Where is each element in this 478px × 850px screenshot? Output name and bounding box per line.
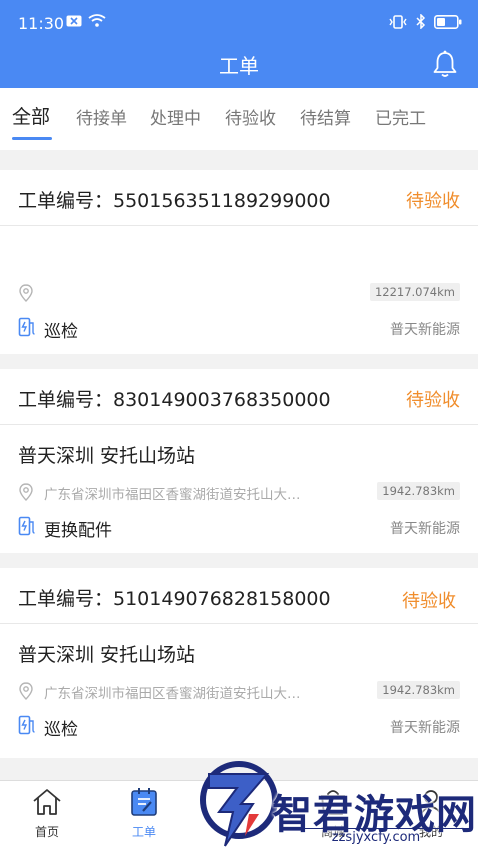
active-tab-indicator (12, 137, 52, 140)
charging-pile-icon (18, 715, 35, 735)
top-navigation-bar: 工单 (0, 40, 478, 88)
work-order-card[interactable]: 工单编号：550156351189299000 待验收 12217.074km … (0, 170, 478, 354)
address-row: 12217.074km (18, 282, 460, 304)
work-order-status: 待验收 (406, 390, 460, 411)
nav-work-order-label: 工单 (131, 825, 156, 839)
company-name: 普天新能源 (390, 521, 460, 537)
home-icon (33, 789, 61, 815)
tab-pending-settlement[interactable]: 待结算 (300, 104, 351, 129)
bell-icon (433, 50, 457, 77)
work-order-number: 工单编号：550156351189299000 (18, 190, 331, 212)
work-order-header: 工单编号：830149003768350000 待验收 (0, 369, 478, 425)
order-type-row: 更换配件 普天新能源 (18, 515, 460, 541)
nav-home-label: 首页 (34, 825, 59, 839)
work-order-number: 工单编号：510149076828158000 (18, 588, 331, 610)
order-type: 巡检 (44, 720, 78, 740)
nav-home[interactable]: 首页 (2, 787, 92, 840)
work-order-card[interactable]: 工单编号：510149076828158000 待验收 普天深圳 安托山场站 广… (0, 568, 478, 758)
work-order-header: 工单编号：550156351189299000 待验收 (0, 170, 478, 226)
work-order-header: 工单编号：510149076828158000 待验收 (0, 568, 478, 624)
work-order-number: 工单编号：830149003768350000 (18, 389, 331, 411)
wifi-icon (88, 14, 106, 27)
tab-completed[interactable]: 已完工 (375, 104, 426, 129)
charging-pile-icon (18, 317, 35, 337)
battery-icon (434, 14, 462, 29)
order-type-row: 巡检 普天新能源 (18, 316, 460, 342)
work-order-card[interactable]: 工单编号：830149003768350000 待验收 普天深圳 安托山场站 广… (0, 369, 478, 553)
work-order-icon (131, 788, 157, 816)
company-name: 普天新能源 (390, 322, 460, 338)
location-pin-icon (19, 682, 33, 700)
distance-badge: 1942.783km (377, 482, 460, 500)
vibrate-icon (389, 14, 407, 29)
bluetooth-icon (416, 14, 426, 29)
distance-badge: 1942.783km (377, 681, 460, 699)
work-order-status: 待验收 (402, 591, 456, 612)
message-notification-icon (66, 15, 82, 26)
watermark-url: zzsjyxcfy.com (282, 828, 470, 845)
watermark-logo (200, 761, 278, 847)
order-type-row: 巡检 普天新能源 (18, 714, 460, 740)
status-time: 11:30 (18, 14, 65, 33)
charging-pile-icon (18, 516, 35, 536)
tab-pending-acceptance[interactable]: 待验收 (225, 104, 276, 129)
location-pin-icon (19, 483, 33, 501)
nav-work-order[interactable]: 工单 (99, 787, 189, 840)
station-address: 广东省深圳市福田区香蜜湖街道安托山大… (44, 686, 301, 702)
station-address: 广东省深圳市福田区香蜜湖街道安托山大… (44, 487, 301, 503)
station-name: 普天深圳 安托山场站 (18, 644, 196, 666)
address-row: 广东省深圳市福田区香蜜湖街道安托山大… 1942.783km (18, 680, 460, 702)
station-name: 普天深圳 安托山场站 (18, 445, 196, 467)
tab-pending-accept[interactable]: 待接单 (76, 104, 127, 129)
distance-badge: 12217.074km (369, 283, 460, 301)
page-title: 工单 (219, 54, 259, 78)
status-bar: 11:30 (0, 0, 478, 40)
notification-bell-button[interactable] (432, 50, 458, 82)
tab-processing[interactable]: 处理中 (150, 104, 201, 129)
order-status-tabs: 全部 待接单 处理中 待验收 待结算 已完工 (0, 88, 478, 150)
work-order-status: 待验收 (406, 191, 460, 212)
tab-all[interactable]: 全部 (12, 102, 50, 129)
order-type: 巡检 (44, 322, 78, 342)
order-type: 更换配件 (44, 521, 112, 541)
address-row: 广东省深圳市福田区香蜜湖街道安托山大… 1942.783km (18, 481, 460, 503)
company-name: 普天新能源 (390, 720, 460, 736)
location-pin-icon (19, 284, 33, 302)
